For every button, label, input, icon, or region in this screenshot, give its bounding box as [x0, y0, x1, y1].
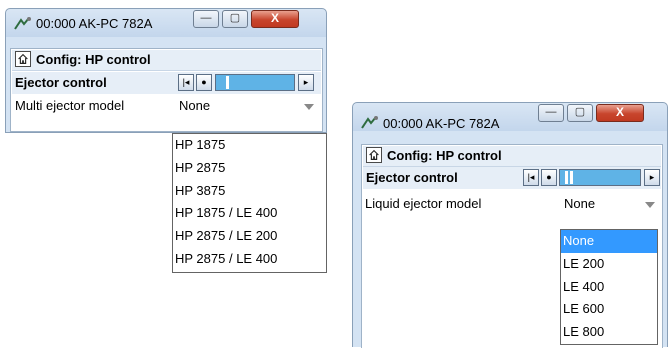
param-label: Multi ejector model: [15, 98, 125, 113]
maximize-button[interactable]: ▢: [567, 104, 593, 122]
nav-next-icon[interactable]: ▸: [298, 74, 314, 91]
config-header: Config: HP control: [12, 50, 321, 71]
client-area: Config: HP control Ejector control |◂ ● …: [10, 48, 323, 132]
maximize-button[interactable]: ▢: [222, 10, 248, 28]
page-indicator-thumb: [565, 171, 568, 184]
option-item[interactable]: HP 1875: [173, 134, 326, 157]
page-indicator-thumb: [226, 76, 229, 89]
page-indicator[interactable]: [559, 169, 641, 186]
chevron-down-icon[interactable]: [645, 202, 655, 208]
option-item[interactable]: LE 800: [561, 321, 657, 344]
select-value: None: [179, 98, 211, 113]
home-icon[interactable]: [15, 51, 31, 67]
liquid-ejector-options: None LE 200 LE 400 LE 600 LE 800: [560, 229, 658, 345]
param-label: Liquid ejector model: [365, 196, 482, 211]
close-button[interactable]: X: [251, 10, 299, 28]
close-button[interactable]: X: [596, 104, 644, 122]
option-item[interactable]: LE 600: [561, 298, 657, 321]
config-title: Config: HP control: [36, 52, 151, 67]
nav-first-icon[interactable]: |◂: [178, 74, 194, 91]
config-header: Config: HP control: [363, 146, 661, 167]
minimize-button[interactable]: —: [193, 10, 219, 28]
option-item[interactable]: HP 3875: [173, 180, 326, 203]
group-label: Ejector control: [366, 170, 458, 185]
group-header: Ejector control |◂ ● ▸: [363, 167, 661, 189]
option-item[interactable]: HP 1875 / LE 400: [173, 202, 326, 225]
select-value: None: [564, 196, 596, 211]
left-window: 00:000 AK-PC 782A — ▢ X Config: HP contr…: [5, 8, 327, 133]
group-header: Ejector control |◂ ● ▸: [12, 72, 321, 94]
window-title: 00:000 AK-PC 782A: [36, 16, 153, 31]
option-item[interactable]: HP 2875 / LE 200: [173, 225, 326, 248]
page-indicator-thumb: [570, 171, 573, 184]
option-item[interactable]: HP 2875 / LE 400: [173, 248, 326, 271]
title-bar[interactable]: 00:000 AK-PC 782A — ▢ X: [353, 103, 667, 131]
nav-next-icon[interactable]: ▸: [644, 169, 660, 186]
hp-app-icon: [361, 116, 378, 129]
nav-first-icon[interactable]: |◂: [523, 169, 539, 186]
option-item[interactable]: LE 400: [561, 276, 657, 299]
home-icon[interactable]: [366, 147, 382, 163]
hp-app-icon: [14, 17, 31, 30]
option-item-selected[interactable]: None: [561, 230, 657, 253]
minimize-button[interactable]: —: [538, 104, 564, 122]
option-item[interactable]: LE 200: [561, 253, 657, 276]
nav-step-icon[interactable]: ●: [541, 169, 557, 186]
config-title: Config: HP control: [387, 148, 502, 163]
liquid-ejector-select[interactable]: None: [562, 194, 660, 214]
option-item[interactable]: HP 2875: [173, 157, 326, 180]
group-label: Ejector control: [15, 75, 107, 90]
multi-ejector-select[interactable]: None: [177, 96, 319, 116]
window-title: 00:000 AK-PC 782A: [383, 116, 500, 131]
title-bar[interactable]: 00:000 AK-PC 782A — ▢ X: [6, 9, 326, 37]
page-indicator[interactable]: [215, 74, 295, 91]
nav-step-icon[interactable]: ●: [196, 74, 212, 91]
multi-ejector-options: HP 1875 HP 2875 HP 3875 HP 1875 / LE 400…: [172, 133, 327, 273]
chevron-down-icon[interactable]: [304, 104, 314, 110]
